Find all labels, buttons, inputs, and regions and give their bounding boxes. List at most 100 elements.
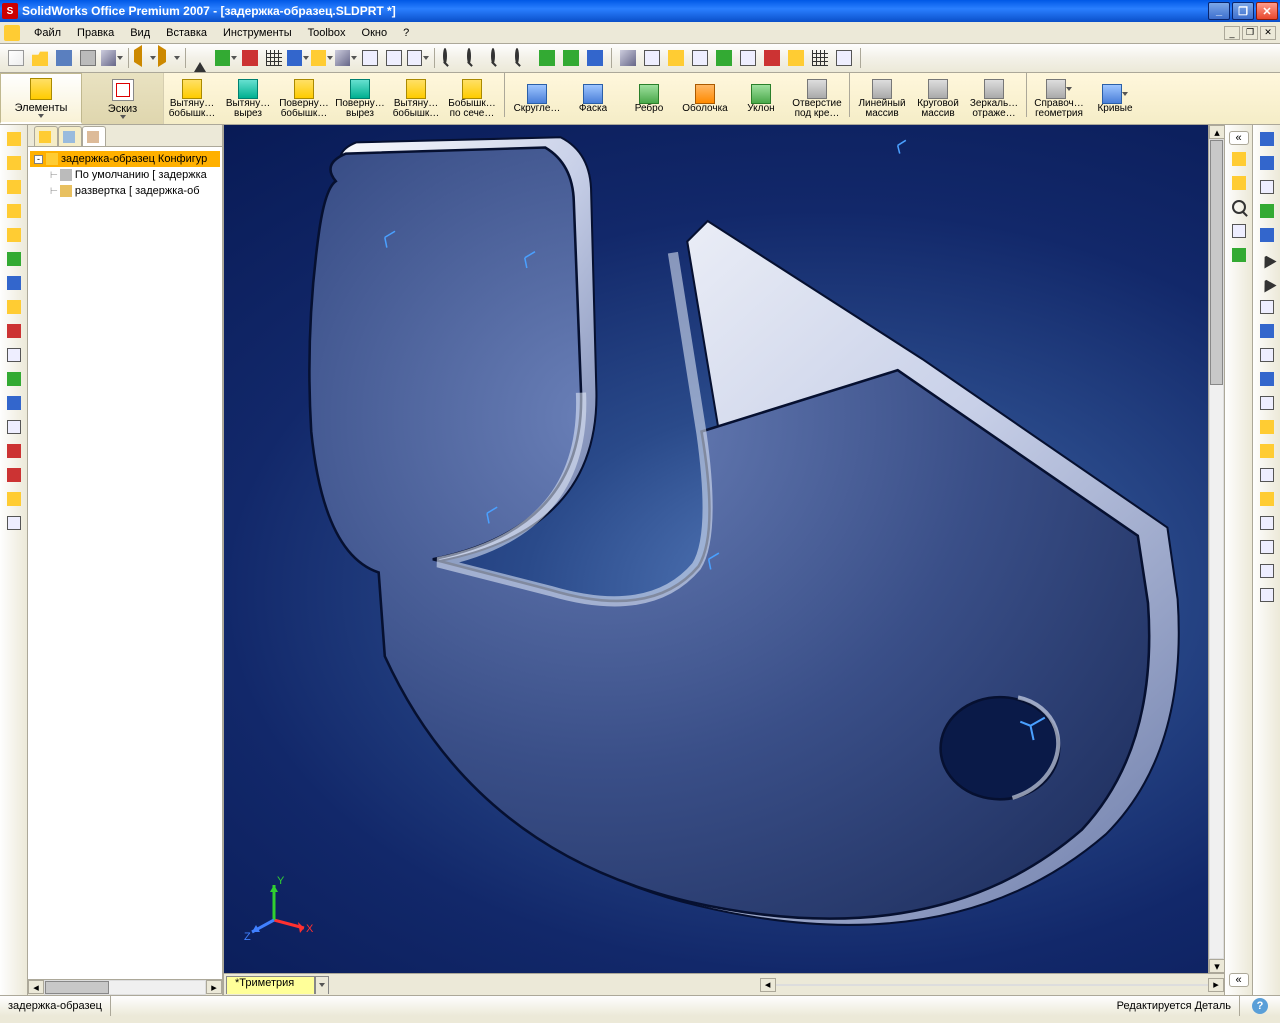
mdi-close-button[interactable]: ✕	[1260, 26, 1276, 40]
cmd-зеркаль[interactable]: Зеркаль…отраже…	[966, 73, 1022, 124]
taskpane-expand-button[interactable]: «	[1229, 131, 1249, 145]
sketch-tool-12[interactable]	[1257, 417, 1277, 437]
taskpane-expand2-button[interactable]: «	[1229, 973, 1249, 987]
left-tool-13[interactable]	[4, 441, 24, 461]
sketch-tool-4[interactable]	[1257, 225, 1277, 245]
taskpane-tool-0[interactable]	[1229, 149, 1249, 169]
tree-item[interactable]: ⊢ развертка [ задержка-об	[30, 183, 220, 199]
material-button[interactable]	[310, 46, 334, 70]
undo-button[interactable]	[133, 46, 157, 70]
relations-button[interactable]	[712, 46, 736, 70]
left-tool-8[interactable]	[4, 321, 24, 341]
scroll-left-button[interactable]: ◂	[28, 980, 44, 994]
sketch-tool-16[interactable]	[1257, 513, 1277, 533]
menu-edit[interactable]: Правка	[69, 25, 122, 41]
left-tool-4[interactable]	[4, 225, 24, 245]
view-normal-button[interactable]	[640, 46, 664, 70]
sketch-tool-17[interactable]	[1257, 537, 1277, 557]
tree-tab-property[interactable]	[58, 126, 82, 146]
sketch-tool-8[interactable]	[1257, 321, 1277, 341]
left-tool-3[interactable]	[4, 201, 24, 221]
sketch-tool-19[interactable]	[1257, 585, 1277, 605]
appearance-button[interactable]	[286, 46, 310, 70]
tree-root[interactable]: - задержка-образец Конфигур	[30, 151, 220, 167]
origins-button[interactable]	[760, 46, 784, 70]
sketch-tool-15[interactable]	[1257, 489, 1277, 509]
tree-horizontal-scrollbar[interactable]: ◂ ▸	[28, 979, 222, 995]
status-help[interactable]: ?	[1240, 996, 1280, 1016]
lights-button[interactable]	[784, 46, 808, 70]
cmd-уклон[interactable]: Уклон	[733, 73, 789, 124]
sketch-tool-13[interactable]	[1257, 441, 1277, 461]
sketch-tool-7[interactable]	[1257, 297, 1277, 317]
sketch-tool-5[interactable]	[1257, 249, 1277, 269]
cmd-скругле[interactable]: Скругле…	[509, 73, 565, 124]
cmd-круговой[interactable]: Круговоймассив	[910, 73, 966, 124]
scroll-track[interactable]	[1209, 139, 1224, 959]
taskpane-tool-3[interactable]	[1229, 221, 1249, 241]
measure-button[interactable]	[439, 46, 463, 70]
menu-tools[interactable]: Инструменты	[215, 25, 300, 41]
cmd-вытяну[interactable]: Вытяну…бобышк…	[164, 73, 220, 124]
cmd-линейный[interactable]: Линейныймассив	[854, 73, 910, 124]
sketch-tool-18[interactable]	[1257, 561, 1277, 581]
cmd-фаска[interactable]: Фаска	[565, 73, 621, 124]
sketch-tool-0[interactable]	[1257, 129, 1277, 149]
planes-button[interactable]	[664, 46, 688, 70]
previous-view-button[interactable]	[583, 46, 607, 70]
zoom-area-button[interactable]	[487, 46, 511, 70]
cmd-поверну[interactable]: Поверну…вырез	[332, 73, 388, 124]
left-tool-15[interactable]	[4, 489, 24, 509]
rebuild-button[interactable]	[214, 46, 238, 70]
cmdmgr-tab-features[interactable]: Элементы	[0, 73, 82, 124]
hlr-button[interactable]	[358, 46, 382, 70]
left-tool-12[interactable]	[4, 417, 24, 437]
mdi-minimize-button[interactable]: _	[1224, 26, 1240, 40]
cmd-отверстие[interactable]: Отверстиепод кре…	[789, 73, 845, 124]
cmd-ребро[interactable]: Ребро	[621, 73, 677, 124]
tree-body[interactable]: - задержка-образец Конфигур ⊢ По умолчан…	[28, 147, 222, 979]
cmd-поверну[interactable]: Поверну…бобышк…	[276, 73, 332, 124]
new-button[interactable]	[4, 46, 28, 70]
sw-menu-icon[interactable]	[4, 25, 20, 41]
viewport-scroll-right-button[interactable]: ▸	[1208, 978, 1224, 992]
scroll-thumb[interactable]	[45, 981, 109, 994]
view-tab-dropdown[interactable]	[315, 976, 329, 994]
menu-insert[interactable]: Вставка	[158, 25, 215, 41]
tree-item[interactable]: ⊢ По умолчанию [ задержка	[30, 167, 220, 183]
save-button[interactable]	[52, 46, 76, 70]
tree-tab-configuration[interactable]	[82, 126, 106, 146]
cmd-вытяну[interactable]: Вытяну…бобышк…	[388, 73, 444, 124]
left-tool-7[interactable]	[4, 297, 24, 317]
orientation-triad[interactable]: X Y Z	[244, 870, 314, 943]
sketch-tool-11[interactable]	[1257, 393, 1277, 413]
left-tool-1[interactable]	[4, 153, 24, 173]
left-tool-5[interactable]	[4, 249, 24, 269]
tree-tab-feature[interactable]	[34, 126, 58, 146]
taskpane-tool-4[interactable]	[1229, 245, 1249, 265]
maximize-button[interactable]: ❐	[1232, 2, 1254, 20]
cmd-бобышк[interactable]: Бобышк…по сече…	[444, 73, 500, 124]
close-button[interactable]: ✕	[1256, 2, 1278, 20]
tree-collapse-icon[interactable]: -	[34, 155, 43, 164]
sketch-tool-3[interactable]	[1257, 201, 1277, 221]
sketch-tool-1[interactable]	[1257, 153, 1277, 173]
menu-toolbox[interactable]: Toolbox	[300, 25, 354, 41]
sketch-tool-14[interactable]	[1257, 465, 1277, 485]
left-tool-10[interactable]	[4, 369, 24, 389]
left-tool-0[interactable]	[4, 129, 24, 149]
viewport-scroll-left-button[interactable]: ◂	[760, 978, 776, 992]
sketch-tool-6[interactable]	[1257, 273, 1277, 293]
3dcontent-button[interactable]	[100, 46, 124, 70]
panel-splitter[interactable]: ···	[224, 549, 225, 561]
cmd-кривые[interactable]: Кривые	[1087, 73, 1143, 124]
view-iso-button[interactable]	[616, 46, 640, 70]
taskpane-tool-2[interactable]	[1229, 197, 1249, 217]
cmd-вытяну[interactable]: Вытяну…вырез	[220, 73, 276, 124]
scroll-right-button[interactable]: ▸	[206, 980, 222, 994]
zoom-fit-button[interactable]	[463, 46, 487, 70]
viewport-hscroll-track[interactable]	[776, 984, 1208, 986]
sketch-tool-2[interactable]	[1257, 177, 1277, 197]
grid-button[interactable]	[808, 46, 832, 70]
sketch-tool-10[interactable]	[1257, 369, 1277, 389]
